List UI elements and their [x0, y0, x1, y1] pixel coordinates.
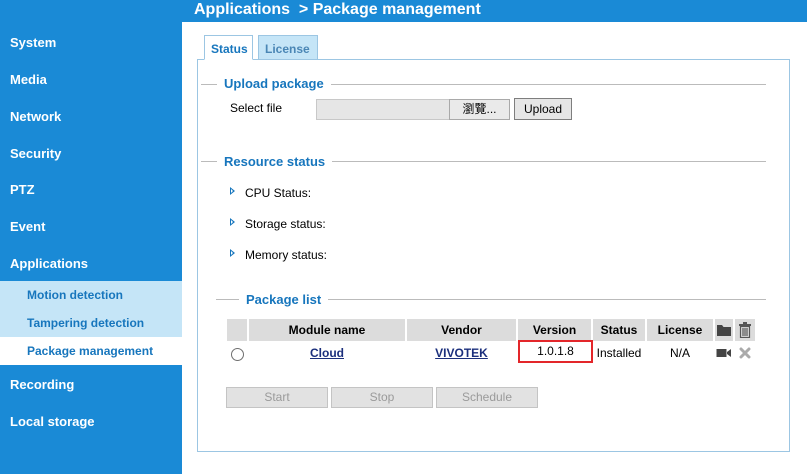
- submenu-item-motion-detection[interactable]: Motion detection: [27, 288, 123, 302]
- sidebar-item-local-storage[interactable]: Local storage: [10, 414, 95, 429]
- table-header-trash: [735, 319, 755, 341]
- cpu-expand-icon[interactable]: [230, 187, 235, 195]
- vendor-cell: VIVOTEK: [407, 341, 516, 365]
- upload-button[interactable]: Upload: [514, 98, 572, 120]
- tab-license[interactable]: License: [258, 35, 318, 60]
- sidebar-item-system[interactable]: System: [10, 35, 56, 50]
- version-cell: 1.0.1.8: [518, 340, 593, 363]
- table-header-status: Status: [593, 319, 645, 341]
- camera-cell: [715, 341, 733, 365]
- submenu-item-tampering-detection[interactable]: Tampering detection: [27, 316, 144, 330]
- cpu-status-label: CPU Status:: [245, 186, 312, 200]
- table-row: Cloud: [249, 341, 405, 365]
- vendor-link[interactable]: VIVOTEK: [435, 346, 488, 360]
- page-title: Applications > Package management: [194, 1, 481, 18]
- license-cell: N/A: [669, 346, 690, 360]
- sidebar: System Media Network Security PTZ Event …: [0, 0, 182, 474]
- table-header-license: License: [647, 319, 713, 341]
- memory-expand-icon[interactable]: [230, 249, 235, 257]
- storage-status-label: Storage status:: [245, 217, 326, 231]
- applications-submenu: Motion detection Tampering detection Pac…: [0, 281, 182, 365]
- trash-icon: [739, 322, 751, 339]
- sidebar-item-applications[interactable]: Applications: [10, 256, 88, 271]
- file-path-input[interactable]: [316, 99, 450, 120]
- table-header-version: Version: [518, 319, 591, 341]
- select-file-label: Select file: [230, 101, 283, 115]
- sidebar-item-media[interactable]: Media: [10, 72, 47, 87]
- folder-icon: [717, 325, 731, 336]
- status-cell: Installed: [596, 346, 642, 360]
- main-content: Status License Upload package Select fil…: [182, 22, 807, 474]
- content-panel: Upload package Select file 瀏覽... Upload …: [197, 59, 790, 452]
- memory-status-label: Memory status:: [245, 248, 328, 262]
- table-header-vendor: Vendor: [407, 319, 516, 341]
- stop-button[interactable]: Stop: [331, 387, 433, 408]
- table-header-folder: [715, 319, 733, 341]
- storage-expand-icon[interactable]: [230, 218, 235, 226]
- sidebar-item-recording[interactable]: Recording: [10, 377, 74, 392]
- browse-button[interactable]: 瀏覽...: [449, 99, 510, 120]
- video-camera-icon[interactable]: [716, 348, 732, 358]
- package-section-title: Package list: [239, 292, 329, 307]
- remove-cell: [735, 341, 755, 365]
- start-button[interactable]: Start: [226, 387, 328, 408]
- resource-section-title: Resource status: [217, 154, 333, 169]
- sidebar-item-security[interactable]: Security: [10, 146, 61, 161]
- submenu-item-package-management[interactable]: Package management: [27, 344, 153, 358]
- remove-icon[interactable]: [739, 347, 751, 359]
- sidebar-item-event[interactable]: Event: [10, 219, 45, 234]
- package-select-radio[interactable]: [231, 348, 244, 361]
- table-header-module: Module name: [249, 319, 405, 341]
- upload-section-title: Upload package: [217, 76, 331, 91]
- table-header-select: [227, 319, 247, 341]
- schedule-button[interactable]: Schedule: [436, 387, 538, 408]
- sidebar-item-ptz[interactable]: PTZ: [10, 182, 35, 197]
- header-bar: Applications > Package management: [182, 0, 807, 22]
- tab-status[interactable]: Status: [204, 35, 253, 60]
- sidebar-item-network[interactable]: Network: [10, 109, 61, 124]
- module-name-link[interactable]: Cloud: [310, 346, 344, 360]
